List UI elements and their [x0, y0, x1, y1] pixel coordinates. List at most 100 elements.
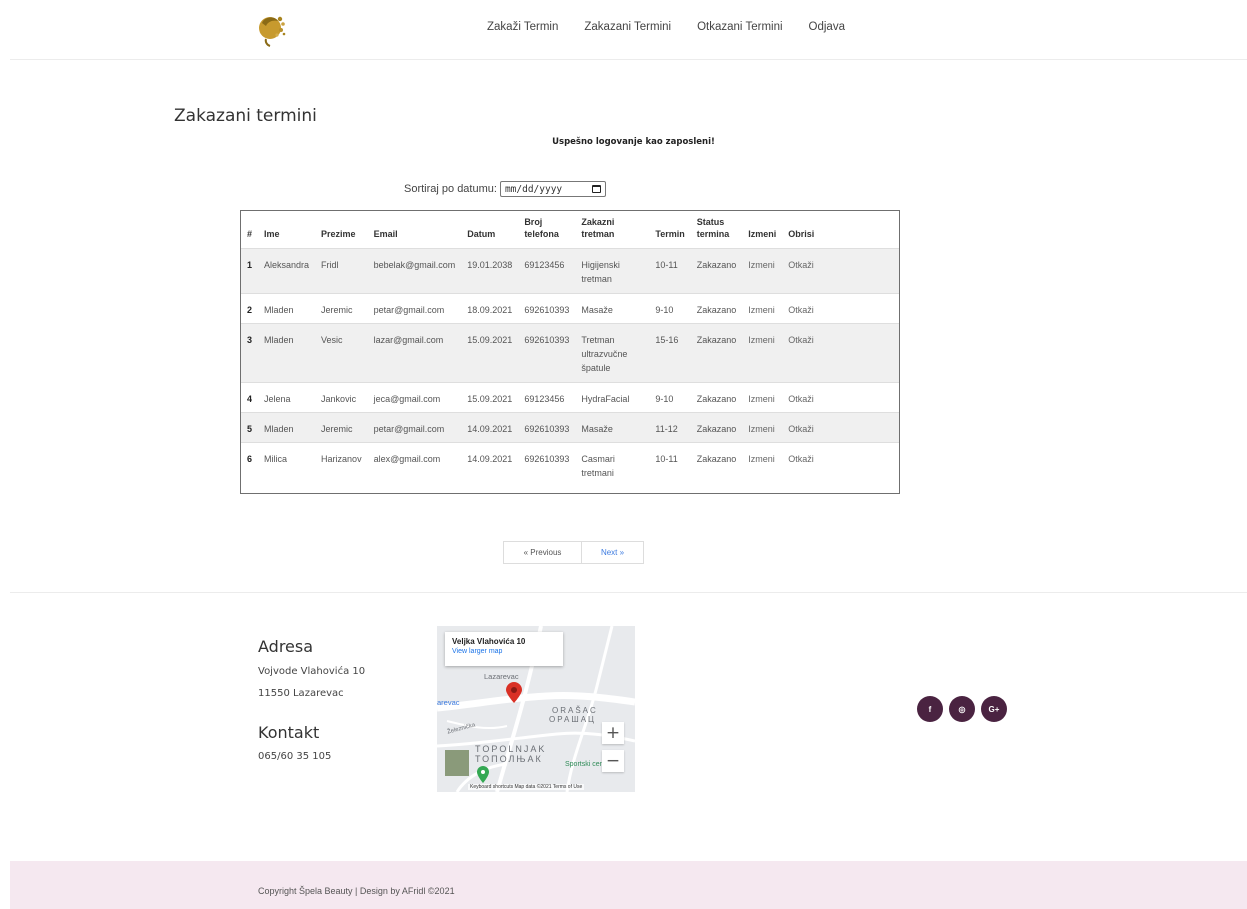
- cell-datum: 15.09.2021: [461, 322, 519, 382]
- cell-num: 3: [241, 322, 259, 382]
- cell-datum: 18.09.2021: [461, 292, 519, 323]
- col-datum: Datum: [467, 228, 496, 239]
- col-status: Status termina: [696, 216, 730, 239]
- google-map-embed[interactable]: Veljka Vlahovića 10 View larger map Laza…: [437, 626, 635, 792]
- map-place-title: Veljka Vlahovića 10: [452, 637, 526, 646]
- appointments-table: # Ime Prezime Email Datum Broj telefona …: [240, 210, 900, 494]
- table-row: 3 Mladen Vesic lazar@gmail.com 15.09.202…: [241, 322, 899, 382]
- edit-link[interactable]: Izmeni: [742, 247, 783, 293]
- cancel-link[interactable]: Otkaži: [782, 247, 899, 293]
- cancel-link[interactable]: Otkaži: [782, 322, 899, 382]
- table-header-row: # Ime Prezime Email Datum Broj telefona …: [241, 211, 899, 248]
- map-label: Lazarevac: [484, 672, 519, 681]
- cell-num: 1: [241, 247, 259, 293]
- cell-ime: Mladen: [258, 322, 316, 382]
- edit-link[interactable]: Izmeni: [742, 441, 783, 486]
- edit-link[interactable]: Izmeni: [742, 381, 783, 412]
- map-zoom-out-button[interactable]: −: [602, 750, 624, 772]
- table-row: 5 Mladen Jeremic petar@gmail.com 14.09.2…: [241, 411, 899, 442]
- previous-page-button[interactable]: « Previous: [503, 541, 582, 564]
- cell-email: petar@gmail.com: [367, 411, 462, 442]
- map-label: ТОПОЛЊАК: [475, 754, 543, 764]
- address-line-1: Vojvode Vlahovića 10: [258, 666, 366, 677]
- date-placeholder: mm/dd/yyyy: [504, 183, 563, 195]
- cell-status: Zakazano: [690, 381, 743, 412]
- table-row: 2 Mladen Jeremic petar@gmail.com 18.09.2…: [241, 292, 899, 323]
- cell-ime: Mladen: [258, 292, 316, 323]
- nav-otkazani-termini[interactable]: Otkazani Termini: [697, 21, 782, 33]
- cell-datum: 14.09.2021: [461, 411, 519, 442]
- cell-tretman: Tretman ultrazvučne špatule: [575, 322, 650, 382]
- cell-status: Zakazano: [690, 441, 743, 486]
- cell-num: 5: [241, 411, 259, 442]
- col-tretman: Zakazni tretman: [581, 216, 615, 239]
- cell-prezime: Jeremic: [315, 411, 368, 442]
- contact-phone: 065/60 35 105: [258, 751, 332, 762]
- cell-email: alex@gmail.com: [367, 441, 462, 486]
- header-divider: [10, 59, 1247, 60]
- cell-telefon: 692610393: [518, 441, 576, 486]
- nav-zakazani-termini[interactable]: Zakazani Termini: [584, 21, 671, 33]
- cell-email: jeca@gmail.com: [367, 381, 462, 412]
- facebook-icon[interactable]: f: [917, 696, 943, 722]
- col-termin: Termin: [655, 228, 685, 239]
- cancel-link[interactable]: Otkaži: [782, 292, 899, 323]
- cell-email: petar@gmail.com: [367, 292, 462, 323]
- cell-ime: Aleksandra: [258, 247, 316, 293]
- main-nav: Zakaži Termin Zakazani Termini Otkazani …: [487, 21, 845, 33]
- instagram-icon[interactable]: ◎: [949, 696, 975, 722]
- cell-status: Zakazano: [690, 322, 743, 382]
- view-larger-map-link[interactable]: View larger map: [452, 648, 556, 655]
- cell-termin: 9-10: [649, 292, 691, 323]
- next-page-button[interactable]: Next »: [582, 541, 644, 564]
- cell-termin: 10-11: [649, 247, 691, 293]
- calendar-icon[interactable]: [591, 185, 601, 193]
- cell-num: 2: [241, 292, 259, 323]
- site-header: Zakaži Termin Zakazani Termini Otkazani …: [0, 0, 1247, 60]
- logo-icon[interactable]: [250, 11, 294, 49]
- cell-tretman: Masaže: [575, 411, 650, 442]
- cancel-link[interactable]: Otkaži: [782, 381, 899, 412]
- google-plus-icon[interactable]: G+: [981, 696, 1007, 722]
- cell-ime: Mladen: [258, 411, 316, 442]
- cell-num: 6: [241, 441, 259, 486]
- address-line-2: 11550 Lazarevac: [258, 688, 344, 699]
- cell-prezime: Vesic: [315, 322, 368, 382]
- cell-telefon: 69123456: [518, 247, 576, 293]
- cell-telefon: 69123456: [518, 381, 576, 412]
- cell-termin: 9-10: [649, 381, 691, 412]
- map-footer-text: Keyboard shortcuts Map data ©2021 Terms …: [468, 784, 585, 790]
- map-label: ORAŠAC: [552, 706, 598, 715]
- cell-datum: 14.09.2021: [461, 441, 519, 486]
- cell-datum: 19.01.2038: [461, 247, 519, 293]
- sort-label: Sortiraj po datumu:: [404, 183, 497, 195]
- edit-link[interactable]: Izmeni: [742, 322, 783, 382]
- cell-datum: 15.09.2021: [461, 381, 519, 412]
- cell-prezime: Jeremic: [315, 292, 368, 323]
- cell-email: bebelak@gmail.com: [367, 247, 462, 293]
- cell-tretman: HydraFacial: [575, 381, 650, 412]
- map-pin-icon: [506, 682, 522, 703]
- cancel-link[interactable]: Otkaži: [782, 411, 899, 442]
- sort-by-date: Sortiraj po datumu: mm/dd/yyyy: [404, 181, 606, 197]
- cancel-link[interactable]: Otkaži: [782, 441, 899, 486]
- nav-zakazi-termin[interactable]: Zakaži Termin: [487, 21, 558, 33]
- map-green-pin-icon: [477, 766, 489, 783]
- cell-email: lazar@gmail.com: [367, 322, 462, 382]
- login-success-message: Uspešno logovanje kao zaposleni!: [552, 137, 715, 147]
- cell-ime: Jelena: [258, 381, 316, 412]
- pagination: « Previous Next »: [503, 541, 644, 564]
- cell-prezime: Harizanov: [315, 441, 368, 486]
- footer-bar: [10, 861, 1247, 909]
- date-input[interactable]: mm/dd/yyyy: [499, 181, 606, 197]
- edit-link[interactable]: Izmeni: [742, 411, 783, 442]
- nav-odjava[interactable]: Odjava: [809, 21, 845, 33]
- cell-telefon: 692610393: [518, 411, 576, 442]
- cell-termin: 10-11: [649, 441, 691, 486]
- col-obrisi: Obrisi: [788, 228, 815, 239]
- copyright-text: Copyright Špela Beauty | Design by AFrid…: [258, 886, 455, 896]
- cell-termin: 15-16: [649, 322, 691, 382]
- edit-link[interactable]: Izmeni: [742, 292, 783, 323]
- map-label: ОРАШАЦ: [549, 715, 596, 724]
- map-zoom-in-button[interactable]: +: [602, 722, 624, 744]
